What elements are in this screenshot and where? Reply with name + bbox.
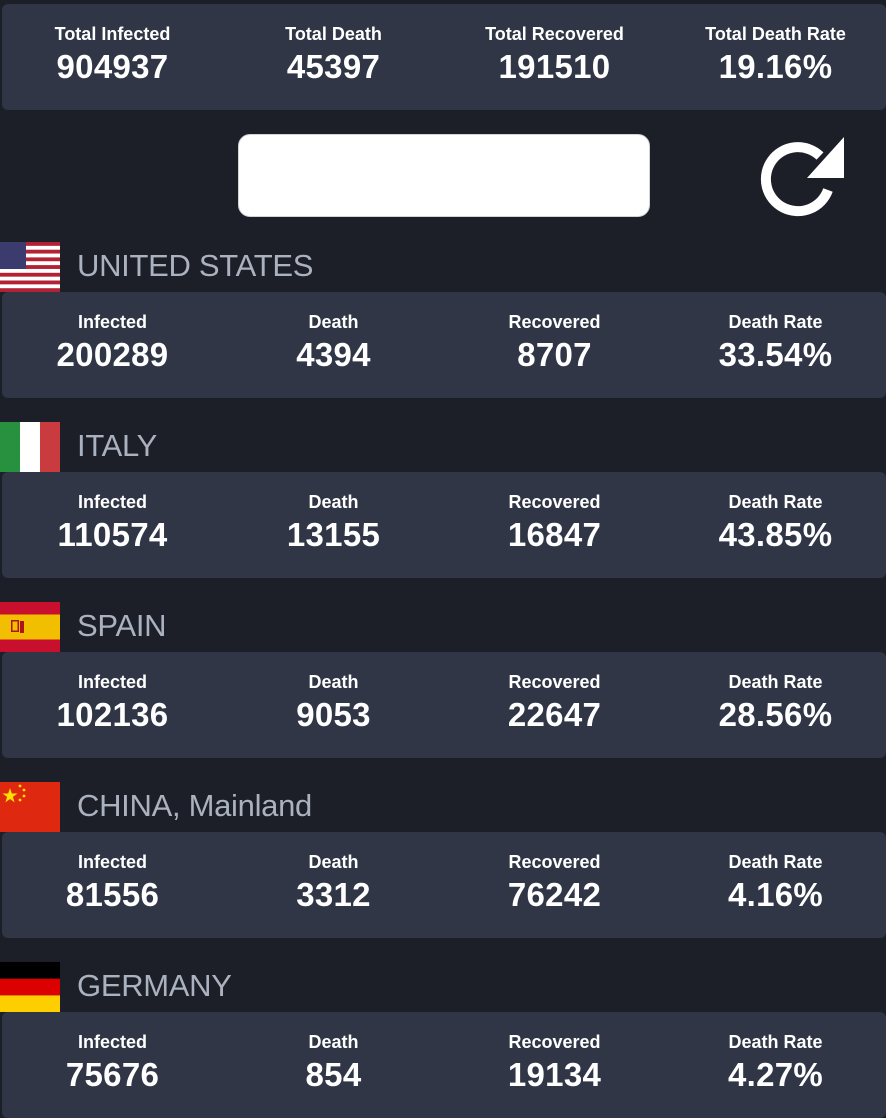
stat-death-rate: Death Rate 33.54%: [665, 292, 886, 398]
stat-recovered: Recovered 16847: [444, 472, 665, 578]
stat-death-rate: Death Rate 4.16%: [665, 832, 886, 938]
summary-card: Total Infected 904937 Total Death 45397 …: [2, 4, 886, 110]
country-header-germany: GERMANY: [0, 962, 886, 1012]
stat-value: 4.16%: [727, 876, 824, 913]
stat-value: 19134: [507, 1056, 602, 1093]
stat-label: Death: [308, 312, 359, 332]
us-flag-icon: [0, 242, 60, 292]
stat-value: 9053: [296, 696, 371, 733]
stat-label: Recovered: [508, 312, 601, 332]
country-header-us: UNITED STATES: [0, 242, 886, 292]
stat-label: Recovered: [508, 672, 601, 692]
stat-label: Death: [308, 852, 359, 872]
stat-recovered: Recovered 8707: [444, 292, 665, 398]
stat-label: Infected: [77, 312, 147, 332]
stat-value: 3312: [296, 876, 371, 913]
stat-infected: Infected 102136: [2, 652, 223, 758]
stat-value: 76242: [507, 876, 602, 913]
stat-value: 81556: [65, 876, 160, 913]
country-card-spain: Infected 102136 Death 9053 Recovered 226…: [2, 652, 886, 758]
country-name: SPAIN: [77, 608, 167, 643]
stat-value: 19.16%: [718, 48, 833, 85]
stat-label: Infected: [77, 1032, 147, 1052]
stat-death-rate: Death Rate 4.27%: [665, 1012, 886, 1118]
country-card-china: Infected 81556 Death 3312 Recovered 7624…: [2, 832, 886, 938]
stat-value: 28.56%: [718, 696, 833, 733]
country-card-us: Infected 200289 Death 4394 Recovered 870…: [2, 292, 886, 398]
stat-death: Death 13155: [223, 472, 444, 578]
summary-total-recovered: Total Recovered 191510: [444, 4, 665, 110]
stat-label: Death Rate: [728, 492, 823, 512]
stat-value: 45397: [286, 48, 381, 85]
stat-label: Death: [308, 672, 359, 692]
spain-flag-icon: [0, 602, 60, 652]
germany-flag-icon: [0, 962, 60, 1012]
stat-death: Death 3312: [223, 832, 444, 938]
stat-infected: Infected 75676: [2, 1012, 223, 1118]
stat-label: Death Rate: [728, 852, 823, 872]
stat-value: 22647: [507, 696, 602, 733]
stat-recovered: Recovered 22647: [444, 652, 665, 758]
stat-label: Death Rate: [728, 1032, 823, 1052]
stat-infected: Infected 81556: [2, 832, 223, 938]
country-header-china: CHINA, Mainland: [0, 782, 886, 832]
refresh-icon: [760, 137, 844, 217]
china-flag-icon: [0, 782, 60, 832]
country-name: UNITED STATES: [77, 248, 314, 283]
stat-value: 16847: [507, 516, 602, 553]
stat-label: Total Recovered: [485, 24, 624, 44]
search-input[interactable]: [238, 134, 650, 217]
stat-value: 200289: [56, 336, 169, 373]
stat-value: 110574: [57, 516, 168, 553]
stat-label: Death Rate: [728, 672, 823, 692]
country-name: GERMANY: [77, 968, 232, 1003]
stat-label: Infected: [77, 852, 147, 872]
stat-label: Recovered: [508, 852, 601, 872]
stat-value: 75676: [65, 1056, 160, 1093]
stat-label: Death Rate: [728, 312, 823, 332]
stat-death: Death 9053: [223, 652, 444, 758]
stat-value: 191510: [498, 48, 611, 85]
stat-label: Recovered: [508, 1032, 601, 1052]
country-header-spain: SPAIN: [0, 602, 886, 652]
stat-value: 904937: [56, 48, 169, 85]
stat-value: 43.85%: [718, 516, 833, 553]
stat-death: Death 854: [223, 1012, 444, 1118]
stat-label: Total Death Rate: [705, 24, 846, 44]
stat-recovered: Recovered 19134: [444, 1012, 665, 1118]
stat-label: Recovered: [508, 492, 601, 512]
stat-recovered: Recovered 76242: [444, 832, 665, 938]
stat-label: Infected: [77, 492, 147, 512]
covid-stats-page: Total Infected 904937 Total Death 45397 …: [0, 0, 886, 1118]
summary-total-death: Total Death 45397: [223, 4, 444, 110]
stat-death: Death 4394: [223, 292, 444, 398]
stat-label: Death: [308, 1032, 359, 1052]
stat-death-rate: Death Rate 43.85%: [665, 472, 886, 578]
stat-label: Death: [308, 492, 359, 512]
stat-infected: Infected 200289: [2, 292, 223, 398]
stat-value: 854: [305, 1056, 362, 1093]
country-name: ITALY: [77, 428, 158, 463]
country-name: CHINA, Mainland: [77, 788, 312, 823]
italy-flag-icon: [0, 422, 60, 472]
refresh-button[interactable]: [760, 134, 850, 218]
summary-total-death-rate: Total Death Rate 19.16%: [665, 4, 886, 110]
stat-value: 4394: [296, 336, 371, 373]
stat-death-rate: Death Rate 28.56%: [665, 652, 886, 758]
stat-label: Total Death: [285, 24, 382, 44]
country-header-italy: ITALY: [0, 422, 886, 472]
country-card-italy: Infected 110574 Death 13155 Recovered 16…: [2, 472, 886, 578]
country-card-germany: Infected 75676 Death 854 Recovered 19134…: [2, 1012, 886, 1118]
stat-value: 4.27%: [727, 1056, 824, 1093]
stat-value: 13155: [286, 516, 381, 553]
summary-total-infected: Total Infected 904937: [2, 4, 223, 110]
stat-value: 33.54%: [718, 336, 833, 373]
stat-label: Infected: [77, 672, 147, 692]
stat-value: 8707: [517, 336, 592, 373]
stat-infected: Infected 110574: [2, 472, 223, 578]
stat-label: Total Infected: [54, 24, 171, 44]
stat-value: 102136: [56, 696, 169, 733]
